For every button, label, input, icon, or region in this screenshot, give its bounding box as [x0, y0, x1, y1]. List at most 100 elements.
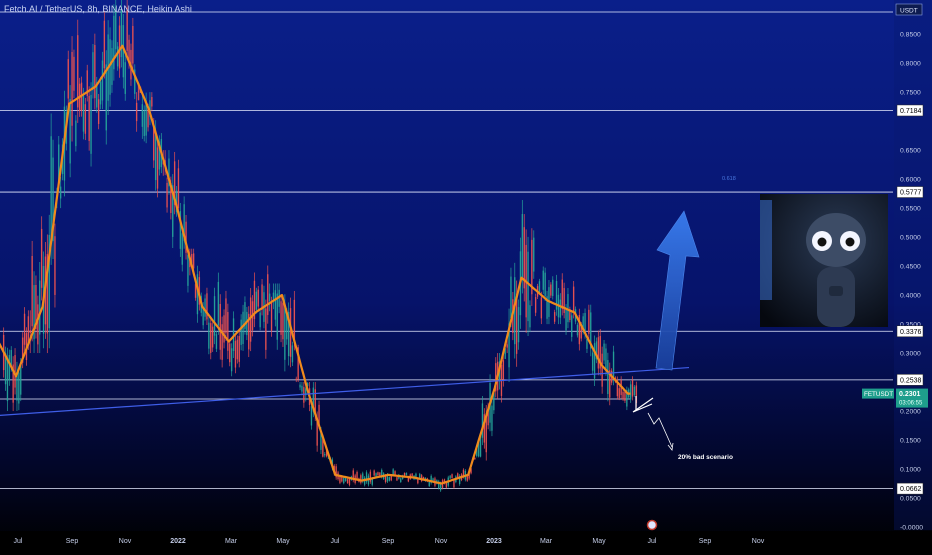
candle-body	[204, 298, 206, 317]
candle-body	[284, 305, 286, 360]
candle-body	[276, 293, 278, 340]
candle-body	[255, 291, 258, 310]
candle-body	[18, 372, 20, 404]
candle-body	[324, 454, 326, 456]
candle-body	[559, 299, 562, 318]
candle-body	[586, 339, 588, 349]
candle-body	[607, 360, 609, 395]
time-tick-label: Jul	[331, 538, 340, 545]
price-tick-label: 0.3000	[900, 351, 921, 358]
candle-body	[591, 352, 594, 371]
candle-body	[227, 312, 229, 351]
candle-body	[90, 94, 92, 154]
time-tick-label: Sep	[66, 538, 79, 545]
candle-body	[400, 478, 402, 483]
price-tick-label: 0.7500	[900, 90, 921, 97]
candle-body	[50, 136, 52, 243]
candle-body	[299, 384, 301, 388]
candle-body	[603, 343, 605, 361]
candle-body	[6, 357, 9, 402]
fib-label: 0.618	[722, 176, 736, 182]
price-tick-label: 0.4000	[900, 293, 921, 300]
candle-body	[270, 302, 273, 331]
candle-body	[135, 102, 138, 122]
candle-body	[73, 56, 75, 91]
candle-body	[521, 214, 524, 280]
candle-body	[403, 472, 406, 476]
candle-body	[517, 307, 520, 343]
candle-body	[208, 322, 210, 349]
candle-body	[553, 312, 556, 322]
candle-body	[230, 348, 233, 372]
candle-body	[356, 472, 358, 479]
candle-body	[396, 477, 398, 481]
candle-body	[550, 284, 552, 296]
time-axis-bg	[0, 531, 932, 550]
candle-body	[310, 406, 313, 426]
candle-body	[177, 168, 180, 209]
candle-body	[506, 344, 508, 348]
candle-body	[291, 345, 294, 363]
event-flag-icon	[646, 519, 658, 531]
candle-body	[407, 477, 410, 482]
candle-body	[261, 284, 263, 310]
robot-chest	[829, 286, 843, 296]
candle-body	[103, 20, 106, 69]
price-tick-label: 0.8000	[900, 61, 921, 68]
candle-body	[411, 473, 413, 477]
candle-body	[373, 470, 375, 476]
candle-body	[23, 313, 26, 345]
robot-pupil-left	[817, 237, 827, 247]
candle-body	[343, 477, 345, 484]
candle-body	[192, 253, 195, 269]
candle-body	[605, 348, 607, 371]
price-tick-label: 0.0500	[900, 496, 921, 503]
candle-body	[257, 289, 259, 307]
price-tick-label: -0.0000	[900, 525, 923, 532]
candle-body	[612, 351, 615, 380]
robot-pupil-right	[845, 237, 855, 247]
candle-body	[601, 353, 603, 387]
candle-body	[268, 293, 271, 302]
price-tick-label: 0.1500	[900, 438, 921, 445]
candle-body	[282, 302, 284, 340]
candle-body	[571, 315, 573, 337]
candle-body	[124, 62, 126, 94]
chart-title: Fetch.AI / TetherUS, 8h, BINANCE, Heikin…	[4, 4, 192, 14]
time-tick-label: 2023	[486, 538, 502, 545]
candle-body	[491, 405, 493, 431]
candle-body	[280, 301, 282, 335]
candle-body	[210, 323, 212, 353]
candle-body	[272, 292, 275, 300]
candle-body	[533, 237, 535, 272]
candle-body	[339, 476, 341, 483]
candle-body	[215, 334, 218, 349]
candle-body	[457, 473, 459, 478]
candle-body	[151, 97, 153, 107]
candle-body	[624, 391, 626, 401]
price-tick-label: 0.1000	[900, 467, 921, 474]
candle-body	[59, 186, 62, 199]
price-tick-label: 0.6500	[900, 148, 921, 155]
level-badge-label: 0.3376	[900, 329, 922, 336]
candle-body	[118, 25, 121, 69]
candle-body	[552, 279, 554, 297]
level-badge-label: 0.2538	[900, 377, 922, 384]
time-tick-label: Nov	[119, 538, 132, 545]
candle-body	[527, 251, 529, 322]
time-tick-label: Jul	[14, 538, 23, 545]
candle-body	[166, 182, 168, 208]
candle-body	[510, 276, 512, 319]
candle-body	[29, 330, 31, 333]
candle-body	[75, 120, 77, 147]
candle-body	[267, 274, 269, 315]
candle-body	[346, 479, 349, 484]
candle-body	[265, 308, 267, 350]
candle-body	[542, 270, 544, 290]
candle-body	[529, 305, 531, 328]
candle-body	[71, 51, 73, 126]
candle-body	[597, 337, 600, 369]
candle-body	[234, 340, 237, 368]
candle-body	[223, 315, 225, 343]
candle-body	[388, 477, 391, 481]
